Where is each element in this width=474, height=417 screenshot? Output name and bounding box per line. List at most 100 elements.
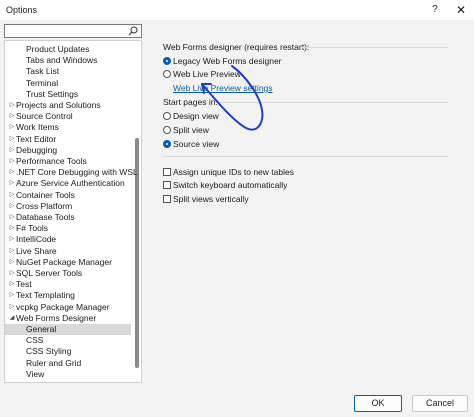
tree-item[interactable]: ▷ Work Items: [5, 122, 131, 133]
tree-item[interactable]: ▷ .NET Core Debugging with WSL: [5, 167, 138, 178]
tree-item-label: Task List: [26, 66, 60, 77]
collapse-arrow-icon[interactable]: ▷: [8, 223, 16, 234]
tree-item[interactable]: Task List: [5, 66, 131, 77]
tree-item[interactable]: Product Updates: [5, 44, 131, 55]
tree-item-label: Azure Service Authentication: [16, 178, 125, 189]
divider: [219, 102, 448, 103]
design-view-radio[interactable]: [163, 112, 171, 120]
collapse-arrow-icon[interactable]: ▷: [8, 201, 16, 212]
window-title: Options: [6, 5, 38, 15]
tree-item-label: .NET Core Debugging with WSL: [16, 167, 138, 178]
tree-item[interactable]: CSS Styling: [5, 346, 131, 357]
tree-item-label: Debugging: [16, 144, 58, 155]
split-view-label[interactable]: Split view: [173, 125, 209, 135]
source-view-radio[interactable]: [163, 140, 171, 148]
split-vertical-label[interactable]: Split views vertically: [173, 194, 249, 204]
split-vertical-checkbox[interactable]: [163, 195, 171, 203]
tree-item[interactable]: ▷ IntelliCode: [5, 234, 131, 245]
tree-item-label: Cross Platform: [16, 200, 73, 211]
collapse-arrow-icon[interactable]: ▷: [8, 111, 16, 122]
close-button[interactable]: ✕: [448, 0, 474, 20]
tree-item[interactable]: ▷ Container Tools: [5, 190, 131, 201]
tree-item-label: CSS Styling: [26, 346, 72, 357]
switch-keyboard-label[interactable]: Switch keyboard automatically: [173, 180, 287, 190]
tree-item[interactable]: ▷ Source Control: [5, 111, 131, 122]
web-live-preview-radio[interactable]: [163, 70, 171, 78]
tree-item[interactable]: ▷ F# Tools: [5, 223, 131, 234]
tree-item-label: General: [26, 324, 57, 334]
help-button[interactable]: ?: [424, 0, 446, 20]
tree-item-label: Projects and Solutions: [16, 100, 101, 110]
split-view-radio[interactable]: [163, 126, 171, 134]
tree-item[interactable]: ▷ Cross Platform: [5, 201, 131, 212]
collapse-arrow-icon[interactable]: ▷: [8, 290, 16, 301]
tree-item-label: Database Tools: [16, 212, 75, 222]
tree-item-label: Tabs and Windows: [26, 55, 98, 66]
tree-item-label: Terminal: [26, 77, 59, 88]
legacy-designer-label[interactable]: Legacy Web Forms designer: [173, 56, 282, 66]
expand-arrow-icon[interactable]: ◢: [8, 313, 16, 324]
tree-item-label: Trust Settings: [26, 88, 79, 99]
tree-item-label: Text Templating: [16, 290, 75, 301]
collapse-arrow-icon[interactable]: ▷: [8, 302, 16, 313]
tree-scrollbar[interactable]: [134, 42, 140, 381]
web-live-preview-settings-link[interactable]: Web Live Preview settings: [173, 83, 273, 93]
tree-item[interactable]: ▷ Database Tools: [5, 212, 131, 223]
collapse-arrow-icon[interactable]: ▷: [8, 268, 16, 279]
tree-item[interactable]: View: [5, 369, 131, 380]
tree-item[interactable]: ▷ Projects and Solutions: [5, 100, 131, 111]
collapse-arrow-icon[interactable]: ▷: [8, 178, 16, 189]
collapse-arrow-icon[interactable]: ▷: [8, 156, 16, 167]
tree-item[interactable]: ▷ SQL Server Tools: [5, 268, 131, 279]
tree-item[interactable]: Terminal: [5, 78, 131, 89]
collapse-arrow-icon[interactable]: ▷: [8, 167, 16, 178]
collapse-arrow-icon[interactable]: ▷: [8, 100, 16, 111]
tree-item[interactable]: ▷ Live Share: [5, 246, 131, 257]
tree-item[interactable]: ▷ Debugging: [5, 145, 131, 156]
collapse-arrow-icon[interactable]: ▷: [8, 134, 16, 145]
design-view-label[interactable]: Design view: [173, 111, 219, 121]
search-icon[interactable]: [128, 26, 138, 36]
collapse-arrow-icon[interactable]: ▷: [8, 190, 16, 201]
tree-item-label: Container Tools: [16, 189, 75, 200]
tree-item-label: Web Forms Designer: [16, 312, 97, 323]
divider: [163, 156, 448, 157]
tree-item[interactable]: Tabs and Windows: [5, 55, 131, 66]
assign-ids-label[interactable]: Assign unique IDs to new tables: [173, 167, 294, 177]
collapse-arrow-icon[interactable]: ▷: [8, 122, 16, 133]
tree-item[interactable]: Ruler and Grid: [5, 358, 131, 369]
assign-ids-checkbox[interactable]: [163, 168, 171, 176]
tree-item-label: SQL Server Tools: [16, 268, 83, 278]
tree-item[interactable]: General: [5, 324, 131, 335]
tree-item[interactable]: ▷ Performance Tools: [5, 156, 131, 167]
tree-item-label: NuGet Package Manager: [16, 256, 112, 267]
cancel-button[interactable]: Cancel: [412, 395, 468, 412]
ok-button[interactable]: OK: [354, 395, 402, 412]
web-live-preview-label[interactable]: Web Live Preview: [173, 69, 241, 79]
tree-item[interactable]: ▷ vcpkg Package Manager: [5, 302, 131, 313]
legacy-designer-radio[interactable]: [163, 57, 171, 65]
tree-item[interactable]: ▷ Azure Service Authentication: [5, 178, 131, 189]
designer-group-label: Web Forms designer (requires restart):: [163, 42, 310, 52]
tree-item[interactable]: ▷ NuGet Package Manager: [5, 257, 131, 268]
tree-item[interactable]: ◢ Web Forms Designer: [5, 313, 131, 324]
collapse-arrow-icon[interactable]: ▷: [8, 145, 16, 156]
collapse-arrow-icon[interactable]: ▷: [8, 212, 16, 223]
tree-item[interactable]: Trust Settings: [5, 89, 131, 100]
collapse-arrow-icon[interactable]: ▷: [8, 279, 16, 290]
switch-keyboard-checkbox[interactable]: [163, 181, 171, 189]
collapse-arrow-icon[interactable]: ▷: [8, 246, 16, 257]
tree-item-label: Test: [16, 279, 32, 290]
tree-item-label: F# Tools: [16, 223, 48, 234]
tree-item[interactable]: ▷ Text Editor: [5, 134, 131, 145]
options-tree[interactable]: Product Updates Tabs and Windows Task List…: [4, 40, 142, 383]
tree-item[interactable]: CSS: [5, 335, 131, 346]
tree-item[interactable]: ▷ Text Templating: [5, 290, 131, 301]
tree-item[interactable]: ▷ Test: [5, 279, 131, 290]
collapse-arrow-icon[interactable]: ▷: [8, 257, 16, 268]
options-search-input[interactable]: [4, 24, 142, 38]
source-view-label[interactable]: Source view: [173, 139, 219, 149]
tree-item-label: Work Items: [16, 122, 59, 133]
collapse-arrow-icon[interactable]: ▷: [8, 234, 16, 245]
tree-item-label: Product Updates: [26, 44, 90, 54]
